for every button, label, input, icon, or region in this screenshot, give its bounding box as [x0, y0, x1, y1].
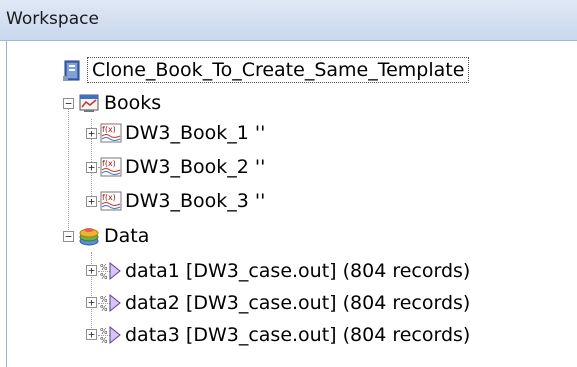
svg-text:%: %: [100, 272, 108, 281]
book-function-icon: f(x): [100, 191, 122, 211]
tree-node-book[interactable]: f(x) DW3_Book_3 '': [100, 185, 267, 217]
book-expander[interactable]: +: [86, 196, 97, 207]
books-folder-expander[interactable]: −: [63, 98, 74, 109]
data-expander[interactable]: +: [86, 329, 97, 340]
svg-text:%: %: [100, 336, 108, 345]
book-function-icon: f(x): [100, 123, 122, 143]
tree-node-book[interactable]: f(x) DW3_Book_1 '': [100, 117, 267, 149]
svg-text:%: %: [100, 295, 108, 304]
tree-root-node[interactable]: Clone_Book_To_Create_Same_Template: [62, 54, 470, 86]
tree-guide-line: [68, 104, 69, 236]
book-label: DW3_Book_1 '': [125, 122, 266, 144]
panel-title: Workspace: [6, 9, 99, 29]
book-expander[interactable]: +: [86, 128, 97, 139]
tree-node-data-item[interactable]: % % data1 [DW3_case.out] (804 records): [100, 255, 472, 287]
svg-text:f(x): f(x): [102, 193, 116, 202]
book-expander[interactable]: +: [86, 162, 97, 173]
workspace-title-bar: Workspace: [0, 0, 577, 41]
books-folder-icon: [79, 94, 99, 112]
tree-node-books[interactable]: Books: [78, 87, 163, 119]
svg-text:f(x): f(x): [102, 159, 116, 168]
data-expander[interactable]: +: [86, 297, 97, 308]
tree-node-book[interactable]: f(x) DW3_Book_2 '': [100, 151, 267, 183]
book-label: DW3_Book_2 '': [125, 156, 266, 178]
tree-root-label: Clone_Book_To_Create_Same_Template: [86, 57, 470, 83]
data-folder-label: Data: [104, 225, 150, 247]
data-item-label: data3 [DW3_case.out] (804 records): [125, 324, 471, 346]
data-item-label: data2 [DW3_case.out] (804 records): [125, 292, 471, 314]
svg-text:%: %: [100, 304, 108, 313]
tree-node-data-item[interactable]: % % data3 [DW3_case.out] (804 records): [100, 319, 472, 351]
books-folder-label: Books: [104, 92, 162, 114]
data-folder-icon: [79, 228, 99, 246]
book-function-icon: f(x): [100, 157, 122, 177]
data-folder-expander[interactable]: −: [63, 231, 74, 242]
data-record-icon: % %: [100, 293, 121, 313]
data-record-icon: % %: [100, 325, 121, 345]
svg-text:f(x): f(x): [102, 125, 116, 134]
tree-node-data[interactable]: Data: [78, 220, 151, 252]
data-record-icon: % %: [100, 261, 121, 281]
project-icon: [63, 60, 80, 81]
svg-text:%: %: [100, 327, 108, 336]
book-label: DW3_Book_3 '': [125, 190, 266, 212]
svg-text:%: %: [100, 263, 108, 272]
data-expander[interactable]: +: [86, 265, 97, 276]
tree-node-data-item[interactable]: % % data2 [DW3_case.out] (804 records): [100, 287, 472, 319]
panel-left-border: [6, 41, 7, 367]
data-item-label: data1 [DW3_case.out] (804 records): [125, 260, 471, 282]
